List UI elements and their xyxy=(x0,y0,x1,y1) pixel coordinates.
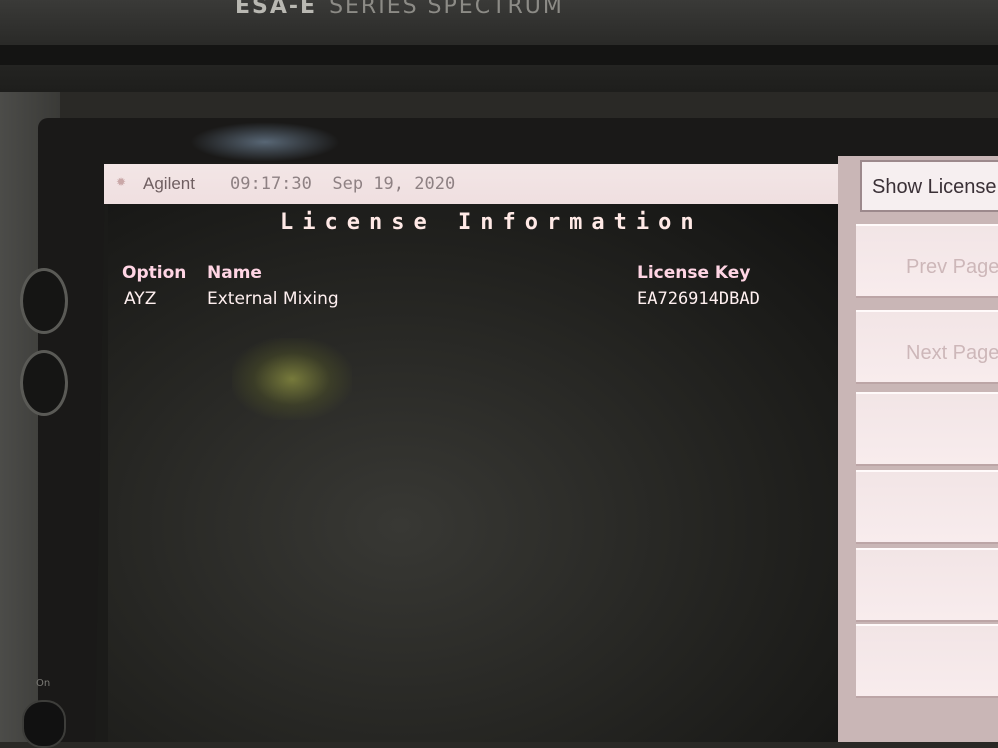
softkey-blank-6[interactable] xyxy=(856,548,998,622)
instrument-top-bezel: ESA-E SERIES SPECTRUM xyxy=(0,0,998,92)
date-text: Sep 19, 2020 xyxy=(332,174,456,194)
softkey-blank-5[interactable] xyxy=(856,470,998,544)
power-label: On xyxy=(36,678,51,689)
column-header-option: Option xyxy=(122,263,187,283)
column-header-license-key: License Key xyxy=(637,263,751,283)
side-knob[interactable] xyxy=(20,268,68,334)
status-bar xyxy=(104,164,856,204)
column-header-name: Name xyxy=(207,263,262,283)
row-option: AYZ xyxy=(124,289,157,309)
time-text: 09:17:30 xyxy=(230,174,312,194)
softkey-prev-page[interactable]: Prev Page xyxy=(856,224,998,298)
page-title: License Information xyxy=(280,210,703,235)
date-time: 09:17:30 Sep 19, 2020 xyxy=(230,174,455,194)
reflection-glare xyxy=(190,122,340,162)
row-license-key: EA726914DBAD xyxy=(637,289,760,309)
row-name: External Mixing xyxy=(207,289,339,309)
agilent-logo-icon: ✹ xyxy=(116,175,127,189)
softkey-blank-7[interactable] xyxy=(856,624,998,698)
bezel-strip xyxy=(0,45,998,65)
softkey-blank-4[interactable] xyxy=(856,392,998,466)
instrument-model-label: ESA-E SERIES SPECTRUM xyxy=(235,0,564,19)
reflection-glare xyxy=(232,338,352,420)
softkey-show-license[interactable]: Show License xyxy=(860,160,998,212)
brand-label: Agilent xyxy=(143,174,195,193)
power-button[interactable] xyxy=(22,700,66,748)
side-knob[interactable] xyxy=(20,350,68,416)
softkey-next-page[interactable]: Next Page xyxy=(856,310,998,384)
